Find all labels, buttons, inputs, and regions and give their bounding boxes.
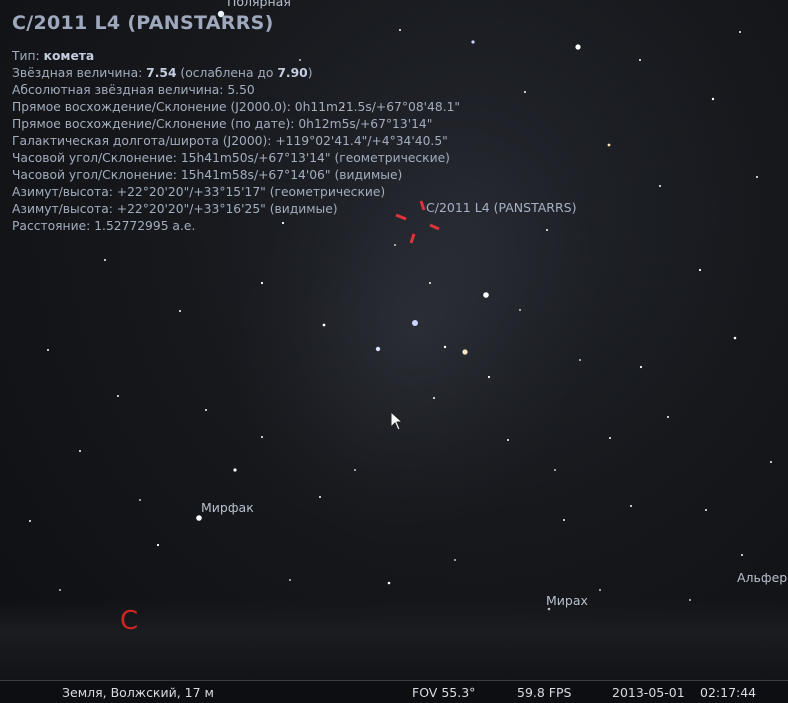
info-galactic: Галактическая долгота/широта (J2000): +1… xyxy=(12,134,448,148)
star xyxy=(507,439,509,441)
status-time[interactable]: 02:17:44 xyxy=(700,685,756,700)
status-fps: 59.8 FPS xyxy=(517,685,572,700)
star xyxy=(47,349,49,351)
star xyxy=(579,359,581,361)
star xyxy=(322,323,326,327)
star xyxy=(733,336,737,340)
star xyxy=(756,176,758,178)
star xyxy=(387,581,391,585)
star xyxy=(575,44,581,50)
star xyxy=(233,468,237,472)
star xyxy=(659,185,661,187)
object-title: C/2011 L4 (PANSTARRS) xyxy=(12,12,274,34)
star xyxy=(289,579,291,581)
object-info-panel: Тип: комета Звёздная величина: 7.54 (осл… xyxy=(12,48,460,235)
star xyxy=(698,268,702,272)
star xyxy=(433,397,435,399)
star xyxy=(319,496,321,498)
info-type: Тип: комета xyxy=(12,49,95,63)
star xyxy=(454,559,456,561)
star xyxy=(429,282,431,284)
info-azalt-geometric: Азимут/высота: +22°20'20"/+33°15'17" (ге… xyxy=(12,185,386,199)
cardinal-north-label: С xyxy=(120,606,139,636)
star xyxy=(554,469,556,471)
star xyxy=(260,281,264,285)
status-fov: FOV 55.3° xyxy=(412,685,476,700)
info-distance: Расстояние: 1.52772995 а.е. xyxy=(12,219,196,233)
star xyxy=(770,461,772,463)
info-absolute-magnitude: Абсолютная звёздная величина: 5.50 xyxy=(12,83,255,97)
star xyxy=(375,346,381,352)
star xyxy=(462,349,468,355)
label-mirfak[interactable]: Мирфак xyxy=(201,500,254,515)
status-bar: Земля, Волжский, 17 м FOV 55.3° 59.8 FPS… xyxy=(0,680,788,703)
star xyxy=(546,229,548,231)
star xyxy=(609,437,611,439)
star xyxy=(205,409,207,411)
status-date[interactable]: 2013-05-01 xyxy=(612,685,685,700)
star xyxy=(667,416,669,418)
star xyxy=(261,436,263,438)
star xyxy=(156,543,160,547)
info-ra-dec-date: Прямое восхождение/Склонение (по дате): … xyxy=(12,117,433,131)
star xyxy=(639,59,641,61)
star xyxy=(519,309,521,311)
label-polaris[interactable]: Полярная xyxy=(227,0,291,9)
star xyxy=(741,554,743,556)
star xyxy=(354,469,356,471)
star xyxy=(630,505,632,507)
info-hour-angle-geometric: Часовой угол/Склонение: 15h41m50s/+67°13… xyxy=(12,151,450,165)
star xyxy=(639,365,643,369)
status-location[interactable]: Земля, Волжский, 17 м xyxy=(62,685,214,700)
star xyxy=(483,292,489,298)
label-mirach[interactable]: Мирах xyxy=(546,593,588,608)
star xyxy=(607,143,611,147)
star xyxy=(139,499,141,501)
star xyxy=(487,375,491,379)
star xyxy=(29,520,31,522)
horizon-ground xyxy=(0,600,788,680)
star xyxy=(443,345,447,349)
star xyxy=(524,91,526,93)
star xyxy=(79,450,81,452)
star xyxy=(412,320,418,326)
mouse-cursor-icon xyxy=(390,411,404,431)
star xyxy=(59,589,61,591)
star xyxy=(563,519,565,521)
star xyxy=(104,259,106,261)
star xyxy=(196,515,202,521)
info-azalt-apparent: Азимут/высота: +22°20'20"/+33°16'25" (ви… xyxy=(12,202,338,216)
star xyxy=(711,97,715,101)
star xyxy=(471,40,475,44)
star xyxy=(117,395,119,397)
info-ra-dec-j2000: Прямое восхождение/Склонение (J2000.0): … xyxy=(12,100,461,114)
info-magnitude: Звёздная величина: 7.54 (ослаблена до 7.… xyxy=(12,66,313,80)
star xyxy=(179,310,181,312)
star xyxy=(399,29,401,31)
label-alpheratz[interactable]: Альфер xyxy=(737,570,787,585)
star xyxy=(739,31,741,33)
star xyxy=(705,509,707,511)
info-hour-angle-apparent: Часовой угол/Склонение: 15h41m58s/+67°14… xyxy=(12,168,403,182)
star xyxy=(599,589,601,591)
